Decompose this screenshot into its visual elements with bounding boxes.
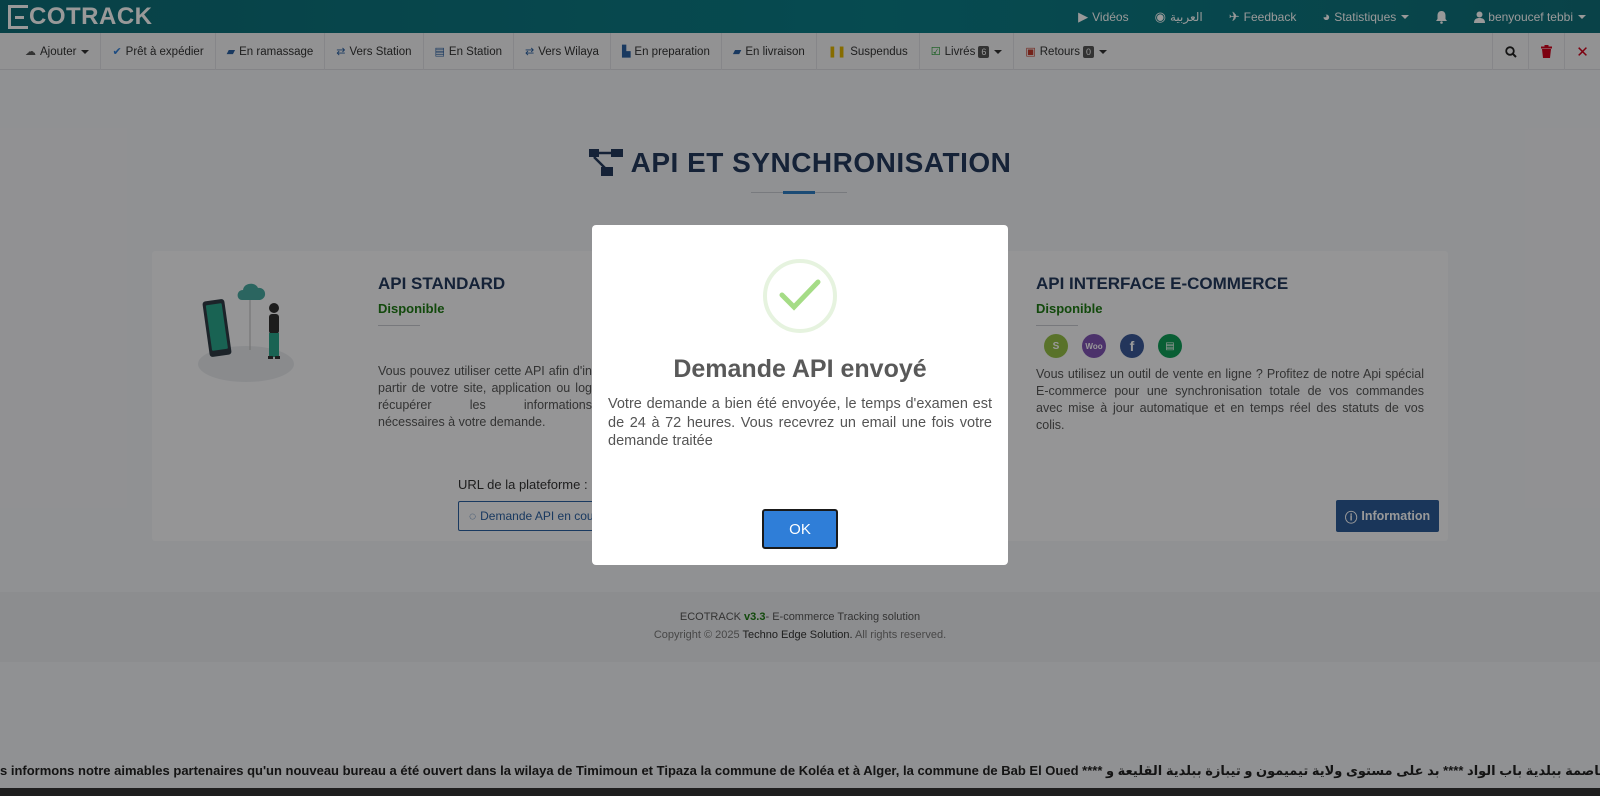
ok-button[interactable]: OK	[762, 509, 838, 549]
dialog-title: Demande API envoyé	[673, 355, 927, 383]
success-check-icon	[763, 259, 837, 333]
dialog-message: Votre demande a bien été envoyée, le tem…	[608, 396, 992, 449]
success-dialog: Demande API envoyé Votre demande a bien …	[592, 225, 1008, 565]
